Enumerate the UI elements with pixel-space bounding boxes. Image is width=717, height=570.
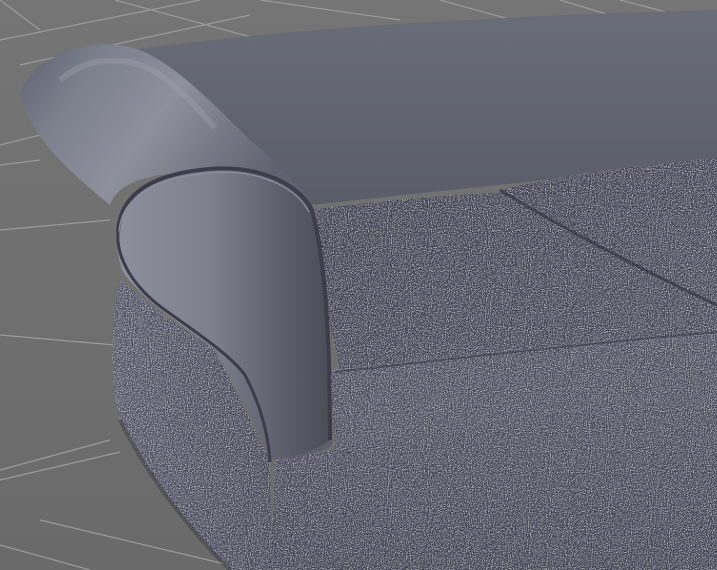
3d-viewport[interactable] [0, 0, 717, 570]
sofa-render [0, 0, 717, 570]
